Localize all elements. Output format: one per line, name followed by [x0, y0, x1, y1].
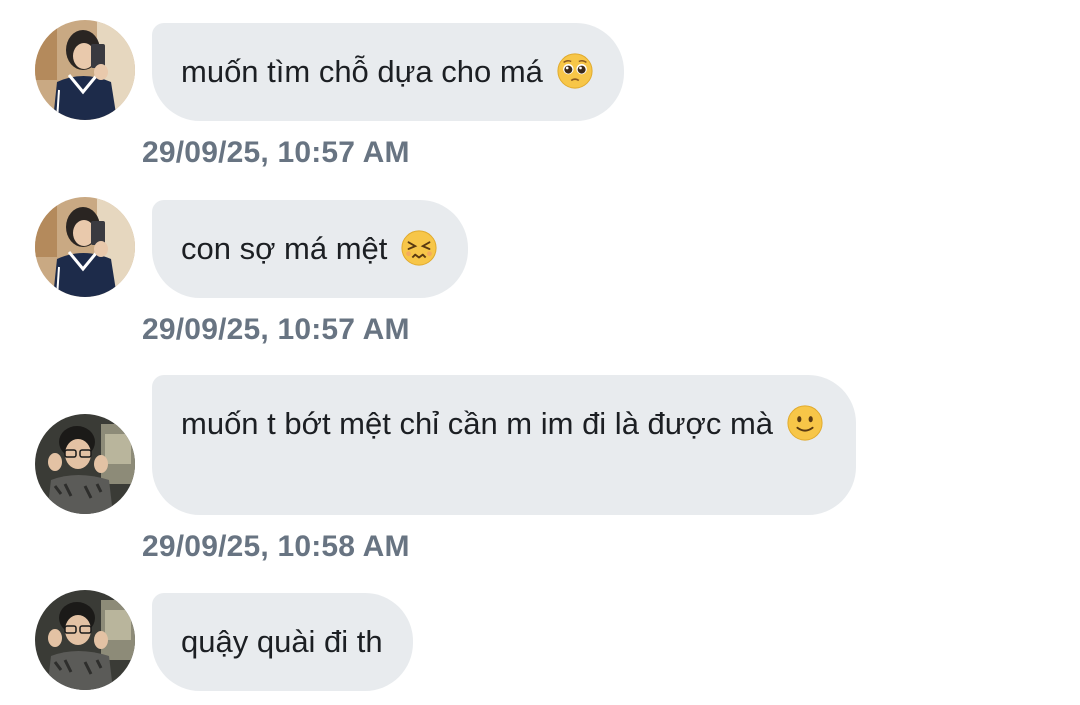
message-bubble[interactable]: con sợ má mệt	[152, 200, 469, 298]
slightly-smiling-face-icon	[786, 404, 824, 442]
message-text: con sợ má mệt	[181, 231, 388, 266]
message-bubble[interactable]: muốn tìm chỗ dựa cho má	[152, 23, 624, 121]
avatar[interactable]	[35, 414, 135, 514]
avatar[interactable]	[35, 197, 135, 297]
timestamp: 29/09/25, 10:58 AM	[142, 530, 410, 563]
avatar[interactable]	[35, 20, 135, 120]
message-text: muốn t bớt mệt chỉ cần m im đi là được m…	[181, 406, 774, 441]
message-text: quậy quài đi th	[181, 624, 383, 659]
message-bubble[interactable]: quậy quài đi th	[152, 593, 413, 691]
avatar[interactable]	[35, 590, 135, 690]
pleading-face-icon	[556, 52, 594, 90]
message-text: muốn tìm chỗ dựa cho má	[181, 54, 543, 89]
persevering-face-icon	[400, 229, 438, 267]
message-bubble[interactable]: muốn t bớt mệt chỉ cần m im đi là được m…	[152, 375, 856, 515]
timestamp: 29/09/25, 10:57 AM	[142, 313, 410, 346]
timestamp: 29/09/25, 10:57 AM	[142, 136, 410, 169]
